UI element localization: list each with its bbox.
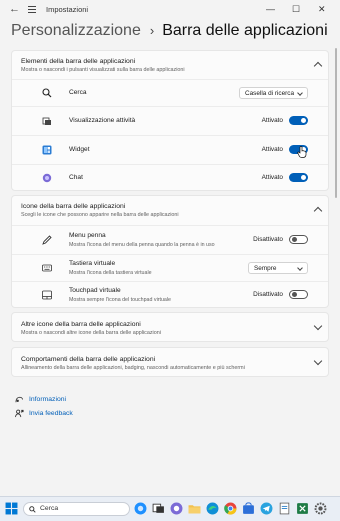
setting-label: Visualizzazione attività bbox=[69, 117, 136, 124]
task-view-icon bbox=[42, 117, 51, 125]
setting-label: Chat bbox=[69, 174, 83, 181]
chrome-browser-icon[interactable] bbox=[224, 502, 237, 515]
excel-app-icon[interactable] bbox=[296, 502, 309, 515]
taskbar-search-box[interactable]: Cerca bbox=[23, 502, 130, 516]
pen-menu-toggle[interactable] bbox=[289, 235, 308, 244]
search-icon bbox=[42, 88, 52, 98]
task-view-taskbar-icon[interactable] bbox=[152, 502, 165, 515]
chevron-down-icon[interactable] bbox=[313, 356, 323, 366]
hamburger-menu-icon[interactable] bbox=[28, 4, 36, 15]
toggle-state-text: Disattivato bbox=[253, 236, 283, 243]
windows-start-icon[interactable] bbox=[5, 502, 18, 515]
task-view-toggle[interactable] bbox=[289, 116, 308, 125]
section-title: Comportamenti della barra delle applicaz… bbox=[21, 356, 156, 363]
section-other-icons[interactable]: Altre icone della barra delle applicazio… bbox=[11, 312, 329, 342]
title-bar: ← Impostazioni — ☐ ✕ bbox=[0, 0, 340, 22]
teams-chat-icon[interactable] bbox=[170, 502, 183, 515]
setting-label: Cerca bbox=[69, 89, 87, 96]
touchpad-toggle[interactable] bbox=[289, 290, 308, 299]
maximize-button[interactable]: ☐ bbox=[292, 4, 300, 15]
info-link[interactable]: Informazioni bbox=[29, 396, 66, 403]
section-subtitle: Mostra o nascondi altre icone della barr… bbox=[21, 330, 161, 336]
send-feedback-link[interactable]: Invia feedback bbox=[29, 410, 73, 417]
minimize-button[interactable]: — bbox=[266, 4, 275, 14]
breadcrumb: Personalizzazione › Barra delle applicazio… bbox=[11, 22, 328, 40]
settings-window: ← Impostazioni — ☐ ✕ Personalizzazione › B… bbox=[0, 0, 340, 496]
settings-gear-icon[interactable] bbox=[314, 502, 327, 515]
setting-label: Tastiera virtuale bbox=[69, 260, 116, 267]
setting-row-widgets: Widget Attivato bbox=[12, 135, 328, 164]
setting-row-chat: Chat Attivato bbox=[12, 164, 328, 192]
touch-keyboard-dropdown[interactable]: Sempre bbox=[248, 262, 308, 274]
section-taskbar-behaviors[interactable]: Comportamenti della barra delle applicaz… bbox=[11, 347, 329, 377]
breadcrumb-parent-link[interactable]: Personalizzazione bbox=[11, 22, 141, 39]
dropdown-value: Casella di ricerca bbox=[245, 90, 295, 97]
search-mode-dropdown[interactable]: Casella di ricerca bbox=[239, 87, 308, 99]
scrollbar[interactable] bbox=[335, 48, 337, 198]
setting-label: Widget bbox=[69, 146, 90, 153]
setting-description: Mostra l'icona del menu della penna quan… bbox=[69, 242, 215, 248]
window-title: Impostazioni bbox=[46, 5, 89, 14]
section-subtitle: Scegli le icone che possono apparire nel… bbox=[21, 212, 179, 218]
file-explorer-icon[interactable] bbox=[188, 502, 201, 515]
setting-row-task-view: Visualizzazione attività Attivato bbox=[12, 106, 328, 135]
windows-taskbar: Cerca bbox=[0, 496, 340, 521]
setting-label: Menu penna bbox=[69, 232, 106, 239]
news-widget-icon[interactable] bbox=[134, 502, 147, 515]
breadcrumb-separator: › bbox=[149, 23, 155, 38]
chevron-down-icon bbox=[297, 265, 303, 271]
back-button[interactable]: ← bbox=[9, 3, 20, 15]
toggle-state-text: Attivato bbox=[261, 174, 283, 181]
setting-row-touch-keyboard: Tastiera virtuale Mostra l'icona della t… bbox=[12, 254, 328, 281]
section-taskbar-items: Elementi della barra delle applicazioni … bbox=[11, 50, 329, 191]
section-title: Altre icone della barra delle applicazio… bbox=[21, 321, 141, 328]
notepad-app-icon[interactable] bbox=[278, 502, 291, 515]
setting-description: Mostra sempre l'icona del touchpad virtu… bbox=[69, 297, 171, 303]
chat-icon bbox=[42, 173, 52, 183]
toggle-knob bbox=[301, 175, 306, 180]
pen-icon bbox=[42, 235, 52, 245]
chat-toggle[interactable] bbox=[289, 173, 308, 182]
chevron-up-icon[interactable] bbox=[313, 61, 323, 71]
toggle-state-text: Disattivato bbox=[253, 291, 283, 298]
page-title: Barra delle applicazioni bbox=[162, 22, 328, 39]
section-subtitle: Allineamento della barra delle applicazi… bbox=[21, 365, 245, 371]
setting-row-search: Cerca Casella di ricerca bbox=[12, 79, 328, 106]
chevron-down-icon[interactable] bbox=[313, 321, 323, 331]
section-subtitle: Mostra o nascondi i pulsanti visualizzat… bbox=[21, 67, 185, 73]
chevron-down-icon bbox=[297, 90, 303, 96]
touchpad-icon bbox=[42, 290, 52, 300]
section-header-corner-icons[interactable]: Icone della barra delle applicazioni Sce… bbox=[12, 196, 328, 223]
info-icon bbox=[15, 396, 24, 403]
section-taskbar-corner-icons: Icone della barra delle applicazioni Sce… bbox=[11, 195, 329, 308]
hand-cursor-icon bbox=[297, 146, 307, 158]
chevron-up-icon[interactable] bbox=[313, 206, 323, 216]
store-app-icon[interactable] bbox=[242, 502, 255, 515]
section-title: Icone della barra delle applicazioni bbox=[21, 203, 126, 210]
telegram-app-icon[interactable] bbox=[260, 502, 273, 515]
keyboard-icon bbox=[42, 264, 52, 272]
setting-row-pen-menu: Menu penna Mostra l'icona del menu della… bbox=[12, 225, 328, 254]
widgets-icon bbox=[42, 145, 52, 155]
section-title: Elementi della barra delle applicazioni bbox=[21, 58, 136, 65]
search-icon bbox=[29, 506, 36, 513]
dropdown-value: Sempre bbox=[254, 265, 277, 272]
taskbar-search-placeholder: Cerca bbox=[40, 505, 59, 512]
toggle-knob bbox=[301, 118, 306, 123]
setting-description: Mostra l'icona della tastiera virtuale bbox=[69, 270, 152, 276]
feedback-icon bbox=[15, 409, 24, 418]
toggle-knob bbox=[292, 292, 297, 297]
setting-row-touchpad: Touchpad virtuale Mostra sempre l'icona … bbox=[12, 281, 328, 309]
setting-label: Touchpad virtuale bbox=[69, 287, 121, 294]
edge-browser-icon[interactable] bbox=[206, 502, 219, 515]
toggle-state-text: Attivato bbox=[261, 117, 283, 124]
close-button[interactable]: ✕ bbox=[318, 4, 326, 15]
section-header-taskbar-items[interactable]: Elementi della barra delle applicazioni … bbox=[12, 51, 328, 78]
toggle-knob bbox=[292, 237, 297, 242]
toggle-state-text: Attivato bbox=[261, 146, 283, 153]
